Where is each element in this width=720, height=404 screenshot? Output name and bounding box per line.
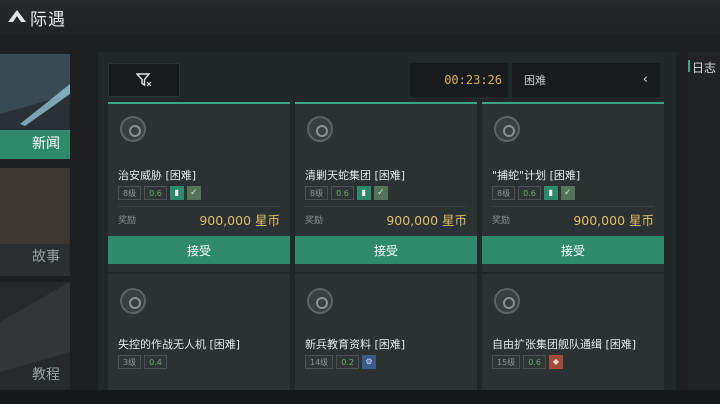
mission-tags: 8级 0.6 ▮ ✓: [492, 186, 575, 200]
cargo-icon: ▮: [543, 186, 558, 200]
ratio-tag: 0.2: [336, 355, 359, 369]
log-indicator: [688, 60, 690, 72]
mission-title: 自由扩张集团舰队通缉 [困难]: [492, 338, 637, 351]
ratio-tag: 0.6: [144, 186, 167, 200]
page-title: 际遇: [30, 9, 66, 30]
level-tag: 8级: [492, 186, 516, 200]
reward-label: 奖励: [305, 216, 324, 226]
mission-target-icon: [307, 288, 333, 314]
accept-button[interactable]: 接受: [295, 236, 477, 264]
ratio-tag: 0.6: [518, 186, 541, 200]
level-tag: 14级: [305, 355, 334, 369]
mission-card[interactable]: 治安威胁 [困难] 8级 0.6 ▮ ✓ 奖励 900,000 星币 接受: [108, 102, 290, 272]
mission-title: 治安威胁 [困难]: [118, 169, 197, 182]
sidebar-item-label: 新闻: [32, 136, 60, 152]
sidebar: 新闻 故事 教程: [0, 54, 70, 404]
reward-value: 900,000 星币: [573, 213, 654, 228]
level-tag: 8级: [118, 186, 142, 200]
mission-target-icon: [120, 288, 146, 314]
mission-tags: 8级 0.6 ▮ ✓: [118, 186, 201, 200]
level-tag: 3级: [118, 355, 142, 369]
reward-value: 900,000 星币: [199, 213, 280, 228]
bottom-strip: [0, 390, 720, 404]
check-icon: ✓: [560, 186, 575, 200]
accept-button[interactable]: 接受: [108, 236, 290, 264]
mission-card[interactable]: 失控的作战无人机 [困难] 3级 0.4: [108, 274, 290, 390]
mission-card[interactable]: 清剿天蛇集团 [困难] 8级 0.6 ▮ ✓ 奖励 900,000 星币 接受: [295, 102, 477, 272]
level-tag: 15级: [492, 355, 521, 369]
difficulty-dropdown[interactable]: 困难 ‹: [512, 63, 660, 97]
cargo-icon: ▮: [169, 186, 184, 200]
winged-emblem-icon: [8, 10, 26, 22]
chevron-left-icon: ‹: [642, 72, 648, 87]
filter-icon: [136, 73, 152, 87]
filter-button[interactable]: [108, 63, 180, 97]
mission-title: 失控的作战无人机 [困难]: [118, 338, 241, 351]
reward-label: 奖励: [118, 216, 137, 226]
sidebar-item-story[interactable]: 故事: [0, 168, 70, 276]
mission-target-icon: [494, 116, 520, 142]
reward-row: 奖励 900,000 星币: [492, 206, 654, 232]
mission-title: "捕蛇"计划 [困难]: [492, 169, 581, 182]
cargo-icon: ▮: [356, 186, 371, 200]
sidebar-item-label: 教程: [32, 367, 60, 383]
accept-button[interactable]: 接受: [482, 236, 664, 264]
check-icon: ✓: [186, 186, 201, 200]
mission-card[interactable]: "捕蛇"计划 [困难] 8级 0.6 ▮ ✓ 奖励 900,000 星币 接受: [482, 102, 664, 272]
mission-card[interactable]: 自由扩张集团舰队通缉 [困难] 15级 0.6 ◆: [482, 274, 664, 390]
tutorial-thumbnail: [0, 282, 70, 404]
countdown-timer: 00:23:26: [410, 63, 508, 97]
sidebar-item-news[interactable]: 新闻: [0, 54, 70, 159]
reward-row: 奖励 900,000 星币: [118, 206, 280, 232]
sidebar-item-tutorial[interactable]: 教程: [0, 282, 70, 404]
mission-tags: 3级 0.4: [118, 355, 167, 369]
level-tag: 8级: [305, 186, 329, 200]
mission-target-icon: [120, 116, 146, 142]
ratio-tag: 0.6: [523, 355, 546, 369]
reward-row: 奖励 900,000 星币: [305, 206, 467, 232]
reward-label: 奖励: [492, 216, 511, 226]
mission-title: 清剿天蛇集团 [困难]: [305, 169, 406, 182]
title-bar: 际遇: [0, 0, 720, 34]
gear-icon: ⚙: [361, 355, 376, 369]
mission-target-icon: [494, 288, 520, 314]
mission-tags: 15级 0.6 ◆: [492, 355, 563, 369]
mission-tags: 14级 0.2 ⚙: [305, 355, 376, 369]
mission-tags: 8级 0.6 ▮ ✓: [305, 186, 388, 200]
alert-icon: ◆: [548, 355, 563, 369]
mission-card[interactable]: 新兵教育资料 [困难] 14级 0.2 ⚙: [295, 274, 477, 390]
difficulty-value: 困难: [524, 74, 546, 87]
timer-value: 00:23:26: [444, 73, 502, 87]
mission-panel: 00:23:26 困难 ‹ 治安威胁 [困难] 8级 0.6 ▮ ✓ 奖励 90…: [98, 52, 676, 390]
sidebar-item-label: 故事: [32, 249, 60, 265]
reward-value: 900,000 星币: [386, 213, 467, 228]
mission-title: 新兵教育资料 [困难]: [305, 338, 406, 351]
log-panel[interactable]: 日志: [688, 52, 720, 390]
ratio-tag: 0.4: [144, 355, 167, 369]
mission-target-icon: [307, 116, 333, 142]
log-label: 日志: [692, 61, 717, 75]
ratio-tag: 0.6: [331, 186, 354, 200]
check-icon: ✓: [373, 186, 388, 200]
